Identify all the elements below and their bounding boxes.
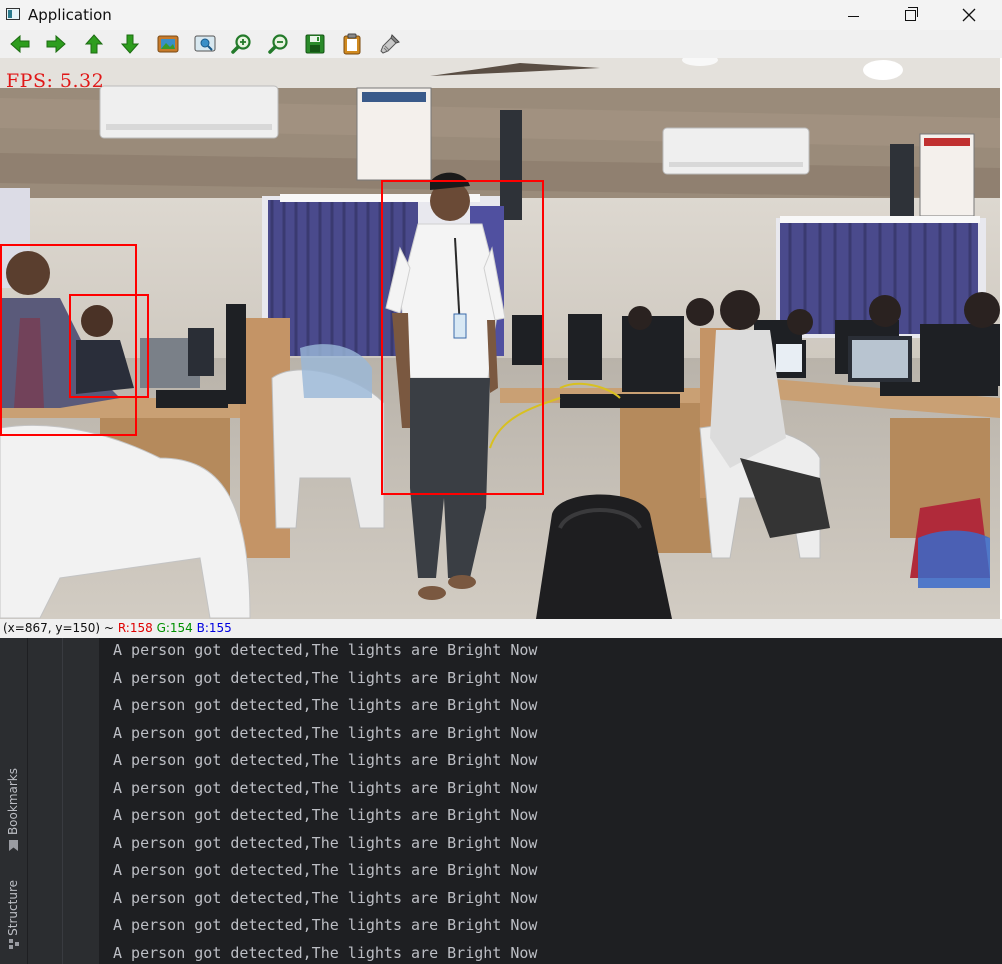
toolbar bbox=[0, 30, 1002, 58]
save-icon bbox=[305, 34, 325, 54]
fps-overlay: FPS: 5.32 bbox=[6, 70, 105, 92]
maximize-button[interactable] bbox=[887, 0, 933, 30]
minimize-button[interactable] bbox=[830, 0, 876, 30]
pan-right-button[interactable] bbox=[43, 32, 69, 56]
properties-icon bbox=[380, 34, 400, 54]
console-line: A person got detected,The lights are Bri… bbox=[113, 696, 538, 714]
console-line: A person got detected,The lights are Bri… bbox=[113, 834, 538, 852]
zoom-out-icon bbox=[268, 34, 288, 54]
ide-run-panel: Bookmarks Structure A person got detecte… bbox=[0, 638, 1002, 964]
zoom-actual-icon bbox=[157, 35, 179, 53]
status-bar: (x=867, y=150) ~ R:158 G:154 B:155 bbox=[0, 619, 1002, 638]
console-output[interactable]: A person got detected,The lights are Bri… bbox=[99, 638, 1002, 964]
status-blue: B:155 bbox=[196, 621, 232, 635]
zoom-fit-button[interactable] bbox=[192, 32, 218, 56]
structure-tab[interactable]: Structure bbox=[6, 880, 20, 936]
title-bar[interactable]: Application bbox=[0, 0, 1002, 30]
status-red: R:158 bbox=[117, 621, 153, 635]
console-line: A person got detected,The lights are Bri… bbox=[113, 724, 538, 742]
pan-left-icon bbox=[10, 34, 30, 54]
pan-down-button[interactable] bbox=[117, 32, 143, 56]
console-line: A person got detected,The lights are Bri… bbox=[113, 641, 538, 659]
status-green: G:154 bbox=[156, 621, 193, 635]
detection-box bbox=[381, 180, 544, 495]
console-line: A person got detected,The lights are Bri… bbox=[113, 889, 538, 907]
bookmark-icon bbox=[9, 840, 18, 851]
window-title: Application bbox=[28, 6, 112, 24]
status-coords: (x=867, y=150) ~ bbox=[3, 621, 114, 635]
app-icon bbox=[6, 8, 20, 20]
minimize-icon bbox=[847, 15, 859, 17]
copy-icon bbox=[343, 33, 361, 55]
zoom-fit-icon bbox=[194, 35, 216, 52]
opencv-window: Application FPS: 5.32 (x=867, y=150) ~ R… bbox=[0, 0, 1002, 638]
close-button[interactable] bbox=[946, 0, 992, 30]
bookmarks-tab[interactable]: Bookmarks bbox=[6, 768, 20, 835]
console-line: A person got detected,The lights are Bri… bbox=[113, 806, 538, 824]
zoom-actual-button[interactable] bbox=[155, 32, 181, 56]
tool-window-strip: Bookmarks Structure bbox=[0, 638, 28, 964]
pan-right-icon bbox=[46, 34, 66, 54]
console-line: A person got detected,The lights are Bri… bbox=[113, 916, 538, 934]
console-line: A person got detected,The lights are Bri… bbox=[113, 779, 538, 797]
zoom-out-button[interactable] bbox=[266, 32, 292, 56]
close-icon bbox=[962, 8, 976, 22]
camera-frame[interactable]: FPS: 5.32 bbox=[0, 58, 1000, 619]
pan-left-button[interactable] bbox=[7, 32, 33, 56]
pan-up-icon bbox=[84, 34, 104, 54]
structure-label: Structure bbox=[6, 880, 20, 936]
zoom-in-button[interactable] bbox=[229, 32, 255, 56]
console-line: A person got detected,The lights are Bri… bbox=[113, 944, 538, 962]
console-line: A person got detected,The lights are Bri… bbox=[113, 669, 538, 687]
console-line: A person got detected,The lights are Bri… bbox=[113, 861, 538, 879]
bookmarks-label: Bookmarks bbox=[6, 768, 20, 836]
zoom-in-icon bbox=[231, 34, 251, 54]
pan-down-icon bbox=[120, 34, 140, 54]
save-button[interactable] bbox=[302, 32, 328, 56]
pan-up-button[interactable] bbox=[81, 32, 107, 56]
run-toolbar-gutter bbox=[28, 638, 63, 964]
console-line: A person got detected,The lights are Bri… bbox=[113, 751, 538, 769]
console-gutter bbox=[63, 638, 99, 964]
structure-icon bbox=[9, 939, 19, 949]
restore-icon bbox=[904, 6, 918, 21]
copy-button[interactable] bbox=[339, 32, 365, 56]
properties-button[interactable] bbox=[377, 32, 403, 56]
detection-box bbox=[69, 294, 149, 398]
